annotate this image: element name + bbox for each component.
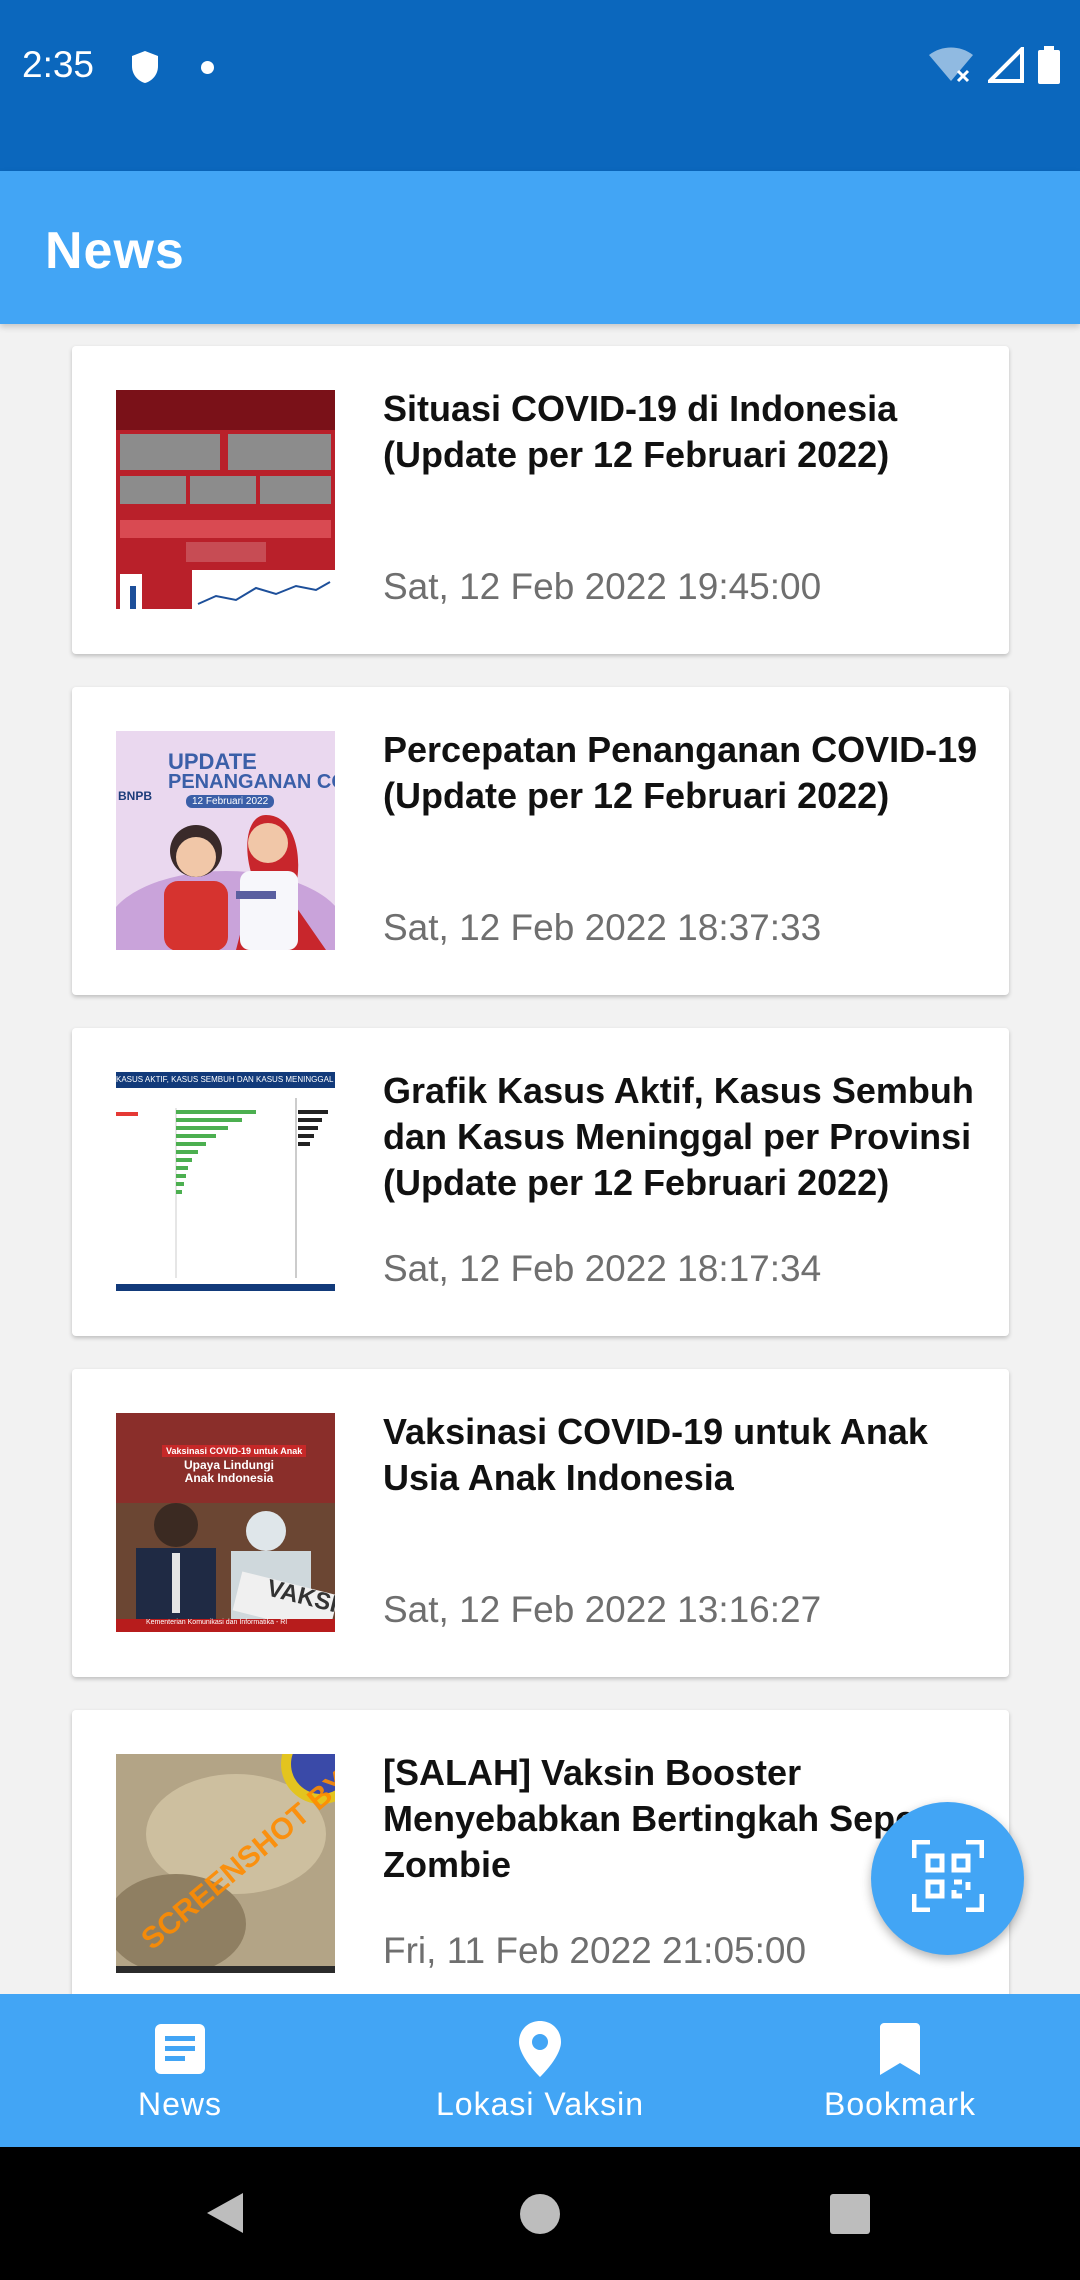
location-pin-icon bbox=[519, 2018, 561, 2080]
news-title: Vaksinasi COVID-19 untuk Anak Usia Anak … bbox=[383, 1411, 928, 1498]
news-thumbnail: KASUS AKTIF, KASUS SEMBUH DAN KASUS MENI… bbox=[116, 1072, 335, 1291]
shield-icon bbox=[130, 50, 160, 89]
news-thumbnail: BNPB UPDATE PENANGANAN COV 12 Februari 2… bbox=[116, 731, 335, 950]
system-navigation-bar bbox=[0, 2147, 1080, 2280]
news-card[interactable]: Vaksinasi COVID-19 untuk Anak Upaya Lind… bbox=[72, 1369, 1009, 1677]
news-date: Sat, 12 Feb 2022 19:45:00 bbox=[383, 566, 822, 607]
thumb-sub: 12 Februari 2022 bbox=[186, 795, 275, 808]
nav-item-lokasi-vaksin[interactable]: Lokasi Vaksin bbox=[360, 1994, 720, 2147]
nav-label-bookmark: Bookmark bbox=[823, 2086, 977, 2122]
thumb-footer: Kementerian Komunikasi dan Informatika -… bbox=[146, 1619, 288, 1626]
wifi-off-icon bbox=[928, 47, 974, 88]
news-date: Sat, 12 Feb 2022 18:37:33 bbox=[383, 907, 822, 948]
news-title: Grafik Kasus Aktif, Kasus Sembuh dan Kas… bbox=[383, 1070, 974, 1203]
nav-label-news: News bbox=[137, 2086, 222, 2122]
news-thumbnail: SCREENSHOT BY bbox=[116, 1754, 335, 1973]
app-bar: News bbox=[0, 171, 1080, 324]
news-title-clip: Situasi COVID-19 di Indonesia (Update pe… bbox=[383, 386, 1009, 546]
news-date: Fri, 11 Feb 2022 21:05:00 bbox=[383, 1930, 807, 1971]
news-title-clip: Percepatan Penanganan COVID-19 (Update p… bbox=[383, 727, 1009, 887]
home-icon[interactable] bbox=[519, 2193, 561, 2240]
news-thumbnail bbox=[116, 390, 335, 609]
news-date: Sat, 12 Feb 2022 13:16:27 bbox=[383, 1589, 822, 1630]
news-card[interactable]: KASUS AKTIF, KASUS SEMBUH DAN KASUS MENI… bbox=[72, 1028, 1009, 1336]
nav-item-bookmark[interactable]: Bookmark bbox=[720, 1994, 1080, 2147]
page-title: News bbox=[45, 222, 185, 280]
news-title-clip: Grafik Kasus Aktif, Kasus Sembuh dan Kas… bbox=[383, 1068, 1009, 1238]
bottom-navigation: News Lokasi Vaksin Bookmark bbox=[0, 1994, 1080, 2147]
thumb-banner: Vaksinasi COVID-19 untuk Anak bbox=[162, 1445, 307, 1457]
news-date: Sat, 12 Feb 2022 18:17:34 bbox=[383, 1248, 822, 1289]
news-list[interactable]: Situasi COVID-19 di Indonesia (Update pe… bbox=[0, 324, 1080, 1994]
back-icon[interactable] bbox=[205, 2191, 245, 2240]
news-title-clip: Vaksinasi COVID-19 untuk Anak Usia Anak … bbox=[383, 1409, 1009, 1569]
news-thumbnail: Vaksinasi COVID-19 untuk Anak Upaya Lind… bbox=[116, 1413, 335, 1632]
nav-label-lokasi-vaksin: Lokasi Vaksin bbox=[435, 2086, 645, 2122]
news-card[interactable]: BNPB UPDATE PENANGANAN COV 12 Februari 2… bbox=[72, 687, 1009, 995]
status-bar: 2:35 bbox=[0, 0, 1080, 171]
thumb-header: KASUS AKTIF, KASUS SEMBUH DAN KASUS MENI… bbox=[116, 1072, 335, 1088]
battery-icon bbox=[1038, 46, 1060, 89]
notification-dot-icon bbox=[201, 61, 214, 74]
news-card[interactable]: Situasi COVID-19 di Indonesia (Update pe… bbox=[72, 346, 1009, 654]
news-title: Percepatan Penanganan COVID-19 (Update p… bbox=[383, 729, 978, 816]
nav-item-news[interactable]: News bbox=[0, 1994, 360, 2147]
thumb-badge: BNPB bbox=[118, 789, 153, 803]
news-card[interactable]: SCREENSHOT BY [SALAH] Vaksin Booster Men… bbox=[72, 1710, 1009, 1994]
recents-icon[interactable] bbox=[829, 2193, 871, 2240]
news-title: Situasi COVID-19 di Indonesia (Update pe… bbox=[383, 388, 898, 475]
qr-scan-icon bbox=[911, 1839, 984, 1917]
thumb-headline: Upaya Lindungi Anak Indonesia bbox=[184, 1458, 274, 1485]
signal-icon bbox=[985, 44, 1024, 88]
qr-scan-button[interactable] bbox=[871, 1802, 1024, 1955]
thumb-line2: PENANGANAN COV bbox=[168, 771, 335, 793]
article-icon bbox=[155, 2018, 205, 2080]
status-time: 2:35 bbox=[22, 44, 95, 85]
bookmark-icon bbox=[880, 2018, 920, 2080]
